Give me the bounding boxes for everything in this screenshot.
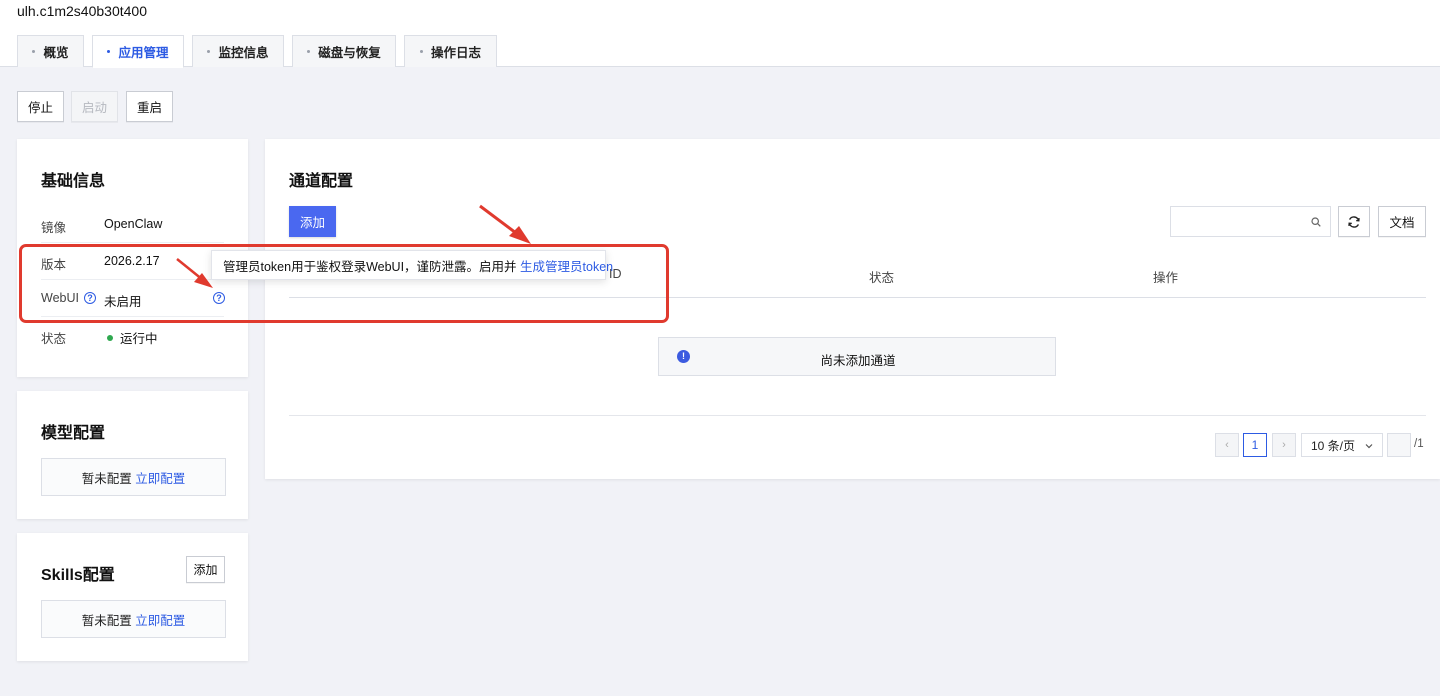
annotation-arrows [176, 204, 531, 288]
